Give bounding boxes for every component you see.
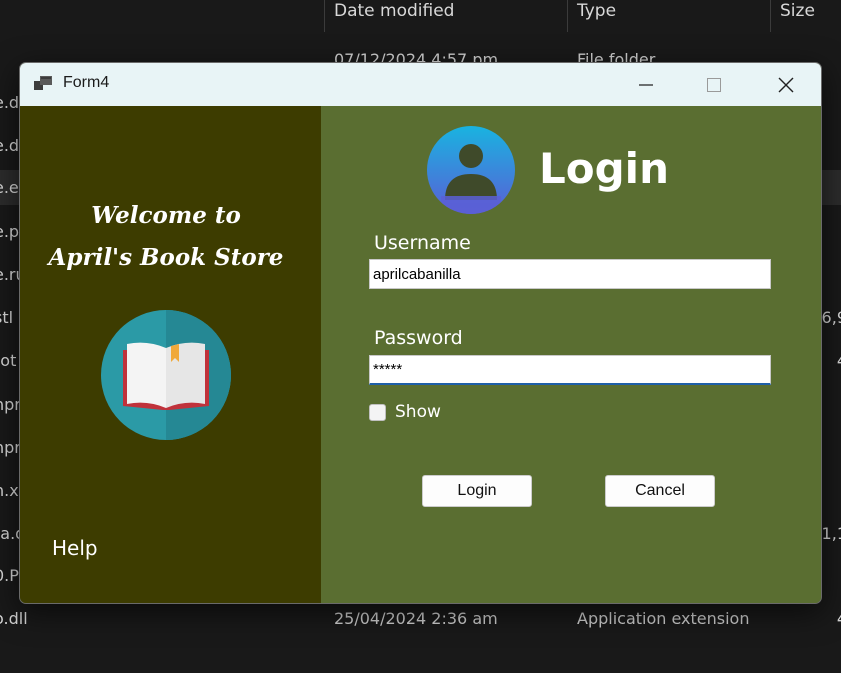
user-avatar-icon: [427, 126, 515, 214]
title-bar[interactable]: Form4: [20, 63, 821, 106]
maximize-icon: [707, 77, 721, 92]
file-name: stl: [0, 308, 14, 327]
login-title: Login: [539, 144, 669, 193]
login-button[interactable]: Login: [422, 475, 532, 507]
column-date-modified[interactable]: Date modified: [334, 0, 454, 22]
column-separator[interactable]: [770, 0, 771, 32]
column-size[interactable]: Size: [780, 0, 815, 22]
username-input[interactable]: [369, 259, 771, 289]
store-name: April's Book Store: [48, 244, 284, 271]
file-size: 1,1: [821, 524, 841, 543]
file-name: e.d: [0, 93, 20, 112]
cancel-button[interactable]: Cancel: [605, 475, 715, 507]
maximize-button[interactable]: [685, 63, 743, 106]
file-size: 6,9: [821, 308, 841, 327]
show-password-checkbox[interactable]: [369, 403, 386, 421]
show-password-label: Show: [395, 402, 441, 422]
file-name: o.dll: [0, 609, 28, 628]
file-name: npr: [0, 438, 21, 457]
window-title: Form4: [63, 74, 110, 91]
file-row[interactable]: o.dll 25/04/2024 2:36 am Application ext…: [0, 601, 841, 636]
file-size: 4: [837, 351, 841, 370]
close-icon: [778, 77, 794, 92]
login-window: Form4 Welcome to April's Book Store Help: [19, 62, 822, 604]
password-input[interactable]: [369, 355, 771, 385]
minimize-button[interactable]: [617, 63, 675, 106]
file-name: n.x: [0, 481, 19, 500]
file-name: e.p: [0, 222, 20, 241]
column-separator[interactable]: [324, 0, 325, 32]
file-type: Application extension: [577, 609, 750, 628]
welcome-panel: Welcome to April's Book Store Help: [20, 106, 321, 603]
close-button[interactable]: [757, 63, 815, 106]
file-name: e.d: [0, 136, 20, 155]
help-link[interactable]: Help: [52, 536, 98, 560]
password-label: Password: [374, 327, 463, 349]
login-panel: Login Username Password Show Login Cance…: [321, 106, 821, 603]
minimize-icon: [639, 83, 653, 86]
explorer-column-header: Date modified Type Size: [0, 0, 841, 34]
show-password-toggle[interactable]: Show: [369, 402, 441, 422]
open-book-icon: [101, 310, 231, 440]
column-type[interactable]: Type: [577, 0, 616, 22]
file-size: 4: [837, 609, 841, 628]
file-date: 25/04/2024 2:36 am: [334, 609, 498, 628]
app-icon: [34, 76, 52, 90]
username-label: Username: [374, 232, 471, 254]
file-name: tot: [0, 351, 17, 370]
file-name: npr: [0, 395, 21, 414]
welcome-heading: Welcome to: [91, 202, 241, 229]
column-separator[interactable]: [567, 0, 568, 32]
